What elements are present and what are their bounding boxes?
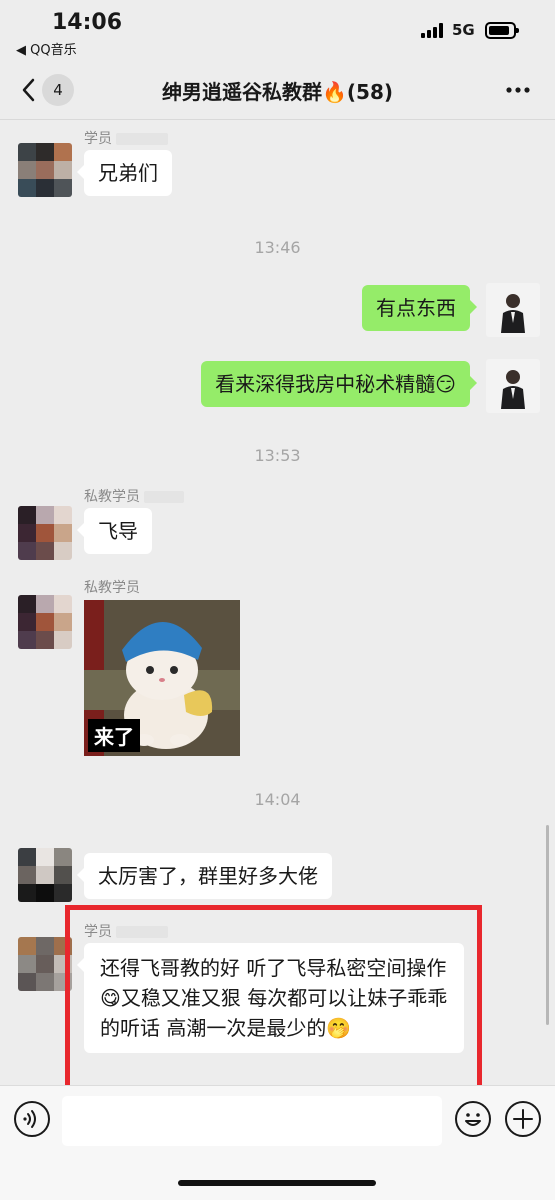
message-timestamp: 13:46 — [254, 238, 301, 257]
unread-count-badge[interactable]: 4 — [42, 74, 74, 106]
sender-name: 私教学员 — [84, 486, 184, 506]
person-icon — [501, 370, 525, 409]
avatar[interactable] — [18, 143, 72, 197]
avatar[interactable] — [18, 506, 72, 560]
status-time: 14:06 — [52, 10, 123, 35]
status-bar: 14:06 ◀ QQ音乐 5G — [0, 0, 555, 60]
message-bubble[interactable]: 看来深得我房中秘术精髓😏 — [201, 361, 477, 407]
chat-title: 绅男逍遥谷私教群🔥(58) — [161, 80, 393, 104]
sender-name: 私教学员 — [84, 580, 140, 596]
signal-icon — [421, 22, 447, 38]
chat-header: 4 绅男逍遥谷私教群🔥(58) — [0, 60, 555, 120]
message-bubble[interactable]: 飞导 — [77, 508, 152, 554]
emoji-icon[interactable] — [455, 1101, 491, 1137]
my-avatar[interactable] — [486, 359, 540, 413]
avatar[interactable] — [18, 595, 72, 649]
highlight-box — [65, 905, 482, 1095]
sticker-image[interactable]: 来了 — [84, 600, 240, 756]
message-timestamp: 13:53 — [254, 446, 301, 465]
avatar[interactable] — [18, 848, 72, 902]
message-bubble[interactable]: 有点东西 — [362, 285, 477, 331]
more-icon[interactable] — [505, 86, 531, 94]
scrollbar[interactable] — [546, 825, 549, 1025]
voice-icon[interactable] — [14, 1101, 50, 1137]
message-bubble[interactable]: 太厉害了，群里好多大佬 — [77, 853, 332, 899]
message-input[interactable] — [62, 1096, 442, 1146]
network-type: 5G — [452, 21, 475, 39]
my-avatar[interactable] — [486, 283, 540, 337]
message-timestamp: 14:04 — [254, 790, 301, 809]
avatar[interactable] — [18, 937, 72, 991]
battery-icon — [485, 22, 519, 39]
plus-icon[interactable] — [505, 1101, 541, 1137]
back-to-app-link[interactable]: ◀ QQ音乐 — [16, 39, 77, 58]
sender-name: 学员 — [84, 128, 168, 148]
home-indicator[interactable] — [178, 1180, 376, 1186]
person-icon — [501, 294, 525, 333]
sticker-caption: 来了 — [88, 719, 140, 752]
message-bubble[interactable]: 兄弟们 — [77, 150, 172, 196]
